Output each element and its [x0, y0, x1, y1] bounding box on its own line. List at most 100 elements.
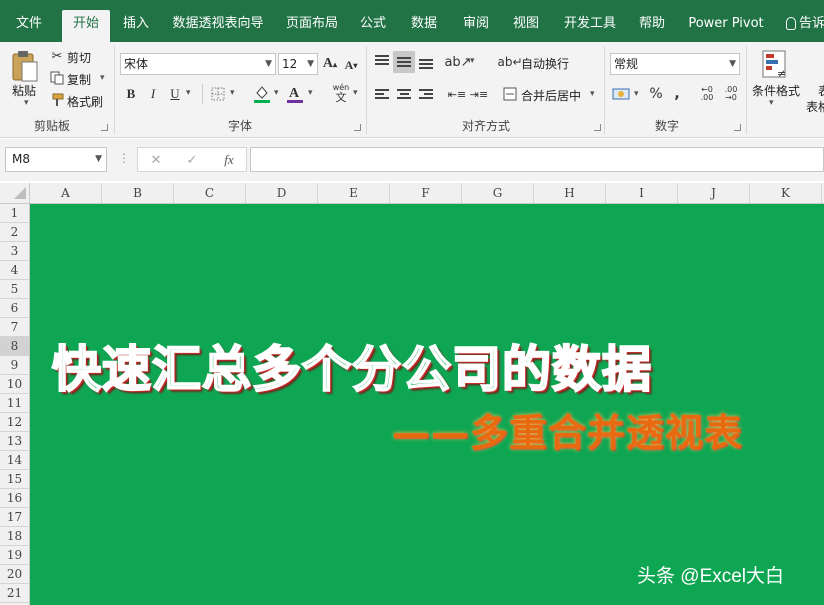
row-header-4[interactable]: 4 [0, 261, 29, 280]
row-header-14[interactable]: 14 [0, 451, 29, 470]
tab-page-layout[interactable]: 页面布局 [280, 10, 344, 42]
row-header-21[interactable]: 21 [0, 584, 29, 603]
conditional-format-icon[interactable]: ≠ [760, 48, 790, 82]
row-header-3[interactable]: 3 [0, 242, 29, 261]
italic-button[interactable]: I [146, 86, 160, 102]
merge-center-button[interactable]: 合并后居中 [521, 87, 581, 104]
tab-developer[interactable]: 开发工具 [558, 10, 622, 42]
column-header-a[interactable]: A [30, 183, 102, 203]
column-header-h[interactable]: H [534, 183, 606, 203]
tab-pivot-wizard[interactable]: 数据透视表向导 [168, 10, 268, 42]
row-header-9[interactable]: 9 [0, 356, 29, 375]
row-header-18[interactable]: 18 [0, 527, 29, 546]
currency-dropdown-icon[interactable]: ▾ [634, 89, 639, 99]
font-name-select[interactable]: 宋体 ▼ [120, 53, 276, 75]
row-header-17[interactable]: 17 [0, 508, 29, 527]
merge-dropdown-icon[interactable]: ▾ [590, 89, 595, 99]
cancel-icon[interactable]: ✕ [148, 152, 164, 168]
border-dropdown-icon[interactable]: ▾ [230, 88, 235, 98]
orientation-dropdown-icon[interactable]: ▾ [470, 56, 475, 66]
row-header-1[interactable]: 1 [0, 204, 29, 223]
decrease-decimal-icon[interactable]: .00 →0 [722, 84, 740, 104]
column-header-f[interactable]: F [390, 183, 462, 203]
select-all-button[interactable] [0, 183, 30, 203]
insert-function-icon[interactable]: fx [220, 152, 238, 168]
align-middle-button[interactable] [393, 51, 415, 73]
column-header-e[interactable]: E [318, 183, 390, 203]
orientation-icon[interactable]: ab↗ [444, 53, 471, 71]
row-header-12[interactable]: 12 [0, 413, 29, 432]
copy-dropdown-icon[interactable]: ▾ [100, 73, 105, 83]
tab-insert[interactable]: 插入 [116, 10, 156, 42]
comma-button[interactable]: , [670, 85, 684, 103]
row-header-10[interactable]: 10 [0, 375, 29, 394]
row-header-13[interactable]: 13 [0, 432, 29, 451]
underline-dropdown-icon[interactable]: ▾ [186, 88, 191, 98]
row-header-20[interactable]: 20 [0, 565, 29, 584]
alignment-launcher-icon[interactable] [594, 124, 601, 131]
fill-color-icon[interactable] [253, 84, 271, 104]
column-header-c[interactable]: C [174, 183, 246, 203]
formula-input[interactable] [250, 147, 824, 172]
column-header-k[interactable]: K [750, 183, 822, 203]
conditional-dropdown-icon[interactable]: ▾ [769, 98, 774, 108]
number-format-select[interactable]: 常规 ▼ [610, 53, 740, 75]
conditional-format-button[interactable]: 条件格式 [752, 82, 800, 99]
format-table-button-top[interactable]: 表 [818, 82, 824, 99]
font-size-select[interactable]: 12 ▼ [278, 53, 318, 75]
underline-button[interactable]: U [168, 86, 182, 102]
scissors-icon[interactable]: ✂ [50, 49, 64, 64]
row-header-2[interactable]: 2 [0, 223, 29, 242]
align-center-icon[interactable] [397, 89, 411, 101]
paste-dropdown-icon[interactable]: ▾ [24, 98, 29, 108]
clipboard-launcher-icon[interactable] [101, 124, 108, 131]
tab-view[interactable]: 视图 [506, 10, 546, 42]
row-header-6[interactable]: 6 [0, 299, 29, 318]
grow-font-button[interactable]: A ▴ [322, 55, 338, 73]
decrease-indent-icon[interactable]: ⇤≡ [448, 86, 466, 102]
column-header-g[interactable]: G [462, 183, 534, 203]
percent-button[interactable]: % [647, 85, 665, 103]
enter-icon[interactable]: ✓ [184, 152, 200, 168]
row-header-16[interactable]: 16 [0, 489, 29, 508]
format-table-button[interactable]: 表格 [806, 98, 824, 115]
tell-me-search[interactable]: 告诉 [786, 10, 824, 38]
tab-review[interactable]: 审阅 [456, 10, 496, 42]
paste-button[interactable] [10, 48, 40, 84]
merge-center-icon[interactable] [502, 86, 518, 102]
row-header-5[interactable]: 5 [0, 280, 29, 299]
column-header-b[interactable]: B [102, 183, 174, 203]
font-color-icon[interactable]: A [286, 84, 304, 104]
phonetic-dropdown-icon[interactable]: ▾ [353, 88, 358, 98]
align-bottom-icon[interactable] [419, 59, 433, 71]
row-header-7[interactable]: 7 [0, 318, 29, 337]
tab-formulas[interactable]: 公式 [354, 10, 392, 42]
fill-color-dropdown-icon[interactable]: ▾ [274, 88, 279, 98]
align-right-icon[interactable] [419, 89, 433, 101]
column-header-i[interactable]: I [606, 183, 678, 203]
drag-handle-icon[interactable]: ⋮ [118, 151, 130, 165]
increase-indent-icon[interactable]: ⇥≡ [470, 86, 488, 102]
format-painter-button[interactable]: 格式刷 [67, 93, 103, 110]
row-header-19[interactable]: 19 [0, 546, 29, 565]
wrap-text-icon[interactable]: ab↵ [497, 54, 522, 70]
tab-data[interactable]: 数据 [404, 10, 444, 42]
wrap-text-button[interactable]: 自动换行 [521, 55, 569, 72]
tab-file[interactable]: 文件 [8, 10, 50, 42]
copy-icon[interactable] [50, 71, 64, 85]
align-top-icon[interactable] [375, 55, 389, 67]
phonetic-icon[interactable]: wén 文 [330, 82, 352, 104]
name-box[interactable]: M8 ▼ [5, 147, 107, 172]
format-painter-icon[interactable] [50, 93, 64, 107]
border-icon[interactable] [210, 86, 226, 102]
align-left-icon[interactable] [375, 89, 389, 101]
font-color-dropdown-icon[interactable]: ▾ [308, 88, 313, 98]
increase-decimal-icon[interactable]: ←0.00 [698, 84, 716, 104]
font-launcher-icon[interactable] [354, 124, 361, 131]
row-header-15[interactable]: 15 [0, 470, 29, 489]
tab-help[interactable]: 帮助 [632, 10, 672, 42]
bold-button[interactable]: B [124, 86, 138, 102]
cut-button[interactable]: 剪切 [67, 49, 91, 66]
tab-power-pivot[interactable]: Power Pivot [686, 10, 766, 42]
column-header-j[interactable]: J [678, 183, 750, 203]
